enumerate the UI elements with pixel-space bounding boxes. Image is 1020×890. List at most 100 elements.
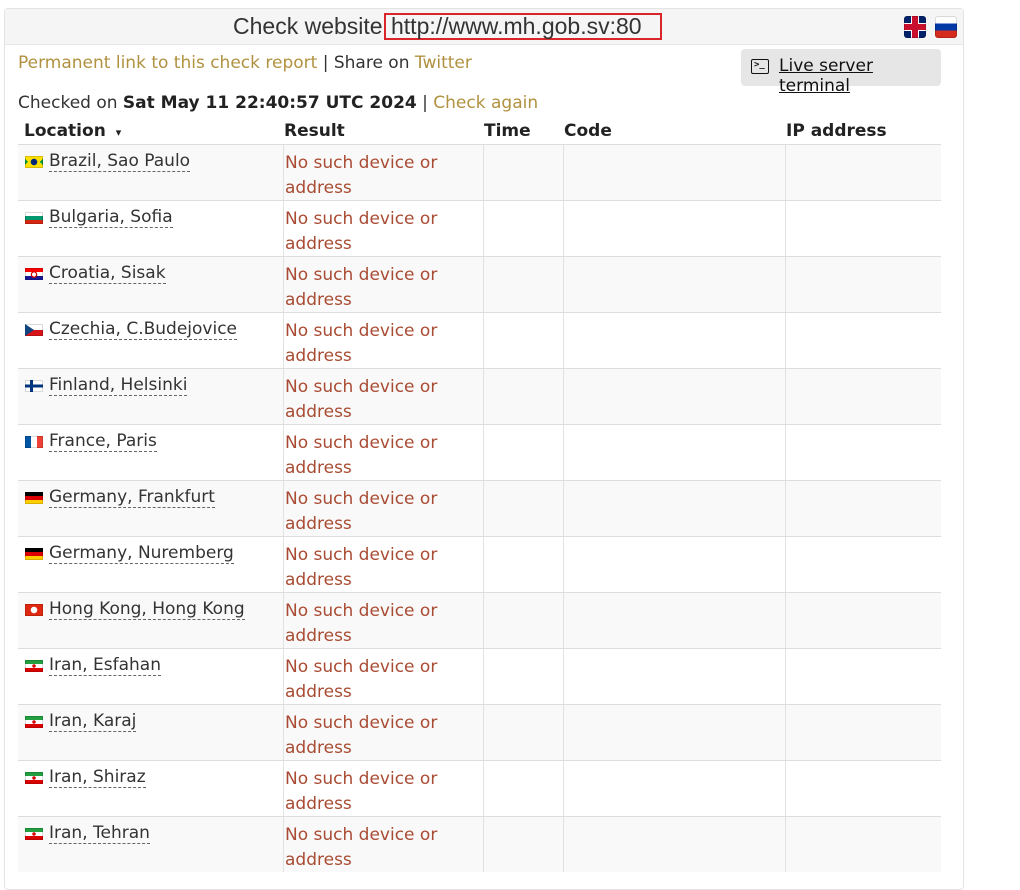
de-flag-icon: [25, 548, 43, 560]
location-link[interactable]: Germany, Frankfurt: [49, 487, 215, 508]
cell-divider: [563, 425, 564, 480]
location-link[interactable]: Czechia, C.Budejovice: [49, 319, 237, 340]
table-row: Hong Kong, Hong Kong No such device or ad…: [18, 592, 941, 648]
hk-flag-icon: [25, 604, 43, 616]
cell-divider: [785, 705, 786, 760]
cell-divider: [483, 145, 484, 200]
location-link[interactable]: Iran, Karaj: [49, 711, 137, 732]
uk-flag-icon[interactable]: [904, 16, 926, 38]
cell-divider: [483, 593, 484, 648]
result-text: No such device or address: [285, 657, 438, 702]
checked-line: Checked on Sat May 11 22:40:57 UTC 2024 …: [18, 93, 538, 113]
result-text: No such device or address: [285, 825, 438, 870]
hr-flag-icon: [25, 268, 43, 280]
cell-divider: [785, 481, 786, 536]
code-header: Code: [564, 121, 612, 141]
result-text: No such device or address: [285, 321, 438, 366]
table-header: Location ▾ Result Time Code IP address: [18, 117, 941, 144]
twitter-link[interactable]: Twitter: [415, 53, 472, 73]
result-text: No such device or address: [285, 209, 438, 254]
flag-triangle: [25, 324, 34, 336]
cell-divider: [785, 537, 786, 592]
terminal-icon: >_: [751, 59, 769, 74]
table-row: Croatia, Sisak No such device or address: [18, 256, 941, 312]
results-table: Location ▾ Result Time Code IP address B…: [18, 117, 941, 872]
cell-divider: [785, 145, 786, 200]
cell-divider: [483, 313, 484, 368]
cell-divider: [483, 649, 484, 704]
location-link[interactable]: Iran, Shiraz: [49, 767, 146, 788]
table-row: Iran, Karaj No such device or address: [18, 704, 941, 760]
location-link[interactable]: Brazil, Sao Paulo: [49, 151, 191, 172]
table-row: Iran, Tehran No such device or address: [18, 816, 941, 872]
cell-divider: [785, 593, 786, 648]
report-links: Permanent link to this check report | Sh…: [18, 53, 472, 73]
page-title: Check website: [233, 13, 383, 39]
cell-divider: [563, 313, 564, 368]
cell-divider: [283, 593, 284, 648]
location-link[interactable]: Iran, Tehran: [49, 823, 150, 844]
cell-divider: [785, 649, 786, 704]
result-text: No such device or address: [285, 769, 438, 814]
cell-divider: [563, 145, 564, 200]
cz-flag-icon: [25, 324, 43, 336]
ru-flag-icon[interactable]: [935, 16, 957, 38]
result-text: No such device or address: [285, 545, 438, 590]
cell-divider: [785, 257, 786, 312]
table-row: France, Paris No such device or address: [18, 424, 941, 480]
cell-divider: [283, 257, 284, 312]
location-link[interactable]: France, Paris: [49, 431, 157, 452]
ip-header: IP address: [786, 121, 887, 141]
location-link[interactable]: Iran, Esfahan: [49, 655, 161, 676]
cell-divider: [483, 481, 484, 536]
permalink-link[interactable]: Permanent link to this check report: [18, 53, 317, 73]
cell-divider: [785, 425, 786, 480]
table-row: Finland, Helsinki No such device or addre…: [18, 368, 941, 424]
table-row: Czechia, C.Budejovice No such device or a…: [18, 312, 941, 368]
cell-divider: [563, 537, 564, 592]
live-terminal-button[interactable]: >_ Live server terminal: [741, 49, 941, 96]
cell-divider: [283, 425, 284, 480]
location-link[interactable]: Hong Kong, Hong Kong: [49, 599, 245, 620]
location-link[interactable]: Croatia, Sisak: [49, 263, 166, 284]
result-text: No such device or address: [285, 601, 438, 646]
checked-datetime: Sat May 11 22:40:57 UTC 2024: [122, 93, 417, 113]
check-again-link[interactable]: Check again: [433, 93, 538, 113]
cell-divider: [483, 761, 484, 816]
cell-divider: [483, 201, 484, 256]
table-row: Brazil, Sao Paulo No such device or addre…: [18, 144, 941, 200]
result-text: No such device or address: [285, 265, 438, 310]
table-row: Bulgaria, Sofia No such device or address: [18, 200, 941, 256]
ir-flag-icon: [25, 828, 43, 840]
cell-divider: [283, 817, 284, 872]
cell-divider: [563, 649, 564, 704]
de-flag-icon: [25, 492, 43, 504]
cell-divider: [483, 537, 484, 592]
cell-divider: [563, 257, 564, 312]
br-flag-icon: [25, 156, 43, 168]
result-text: No such device or address: [285, 433, 438, 478]
location-link[interactable]: Bulgaria, Sofia: [49, 207, 173, 228]
location-link[interactable]: Finland, Helsinki: [49, 375, 188, 396]
cell-divider: [785, 201, 786, 256]
cell-divider: [563, 705, 564, 760]
cell-divider: [283, 705, 284, 760]
result-text: No such device or address: [285, 377, 438, 422]
fi-flag-icon: [25, 380, 43, 392]
ir-flag-icon: [25, 772, 43, 784]
cell-divider: [483, 369, 484, 424]
ir-flag-icon: [25, 716, 43, 728]
cell-divider: [563, 761, 564, 816]
panel-header: Check website http://www.mh.gob.sv:80: [5, 9, 963, 45]
cell-divider: [563, 369, 564, 424]
cell-divider: [563, 201, 564, 256]
cell-divider: [283, 313, 284, 368]
checked-url[interactable]: http://www.mh.gob.sv:80: [391, 13, 642, 40]
share-text: | Share on: [317, 53, 415, 73]
location-link[interactable]: Germany, Nuremberg: [49, 543, 234, 564]
table-row: Germany, Frankfurt No such device or addr…: [18, 480, 941, 536]
cell-divider: [283, 649, 284, 704]
table-row: Germany, Nuremberg No such device or addr…: [18, 536, 941, 592]
checked-prefix: Checked on: [18, 93, 123, 113]
location-header[interactable]: Location ▾: [24, 121, 121, 141]
